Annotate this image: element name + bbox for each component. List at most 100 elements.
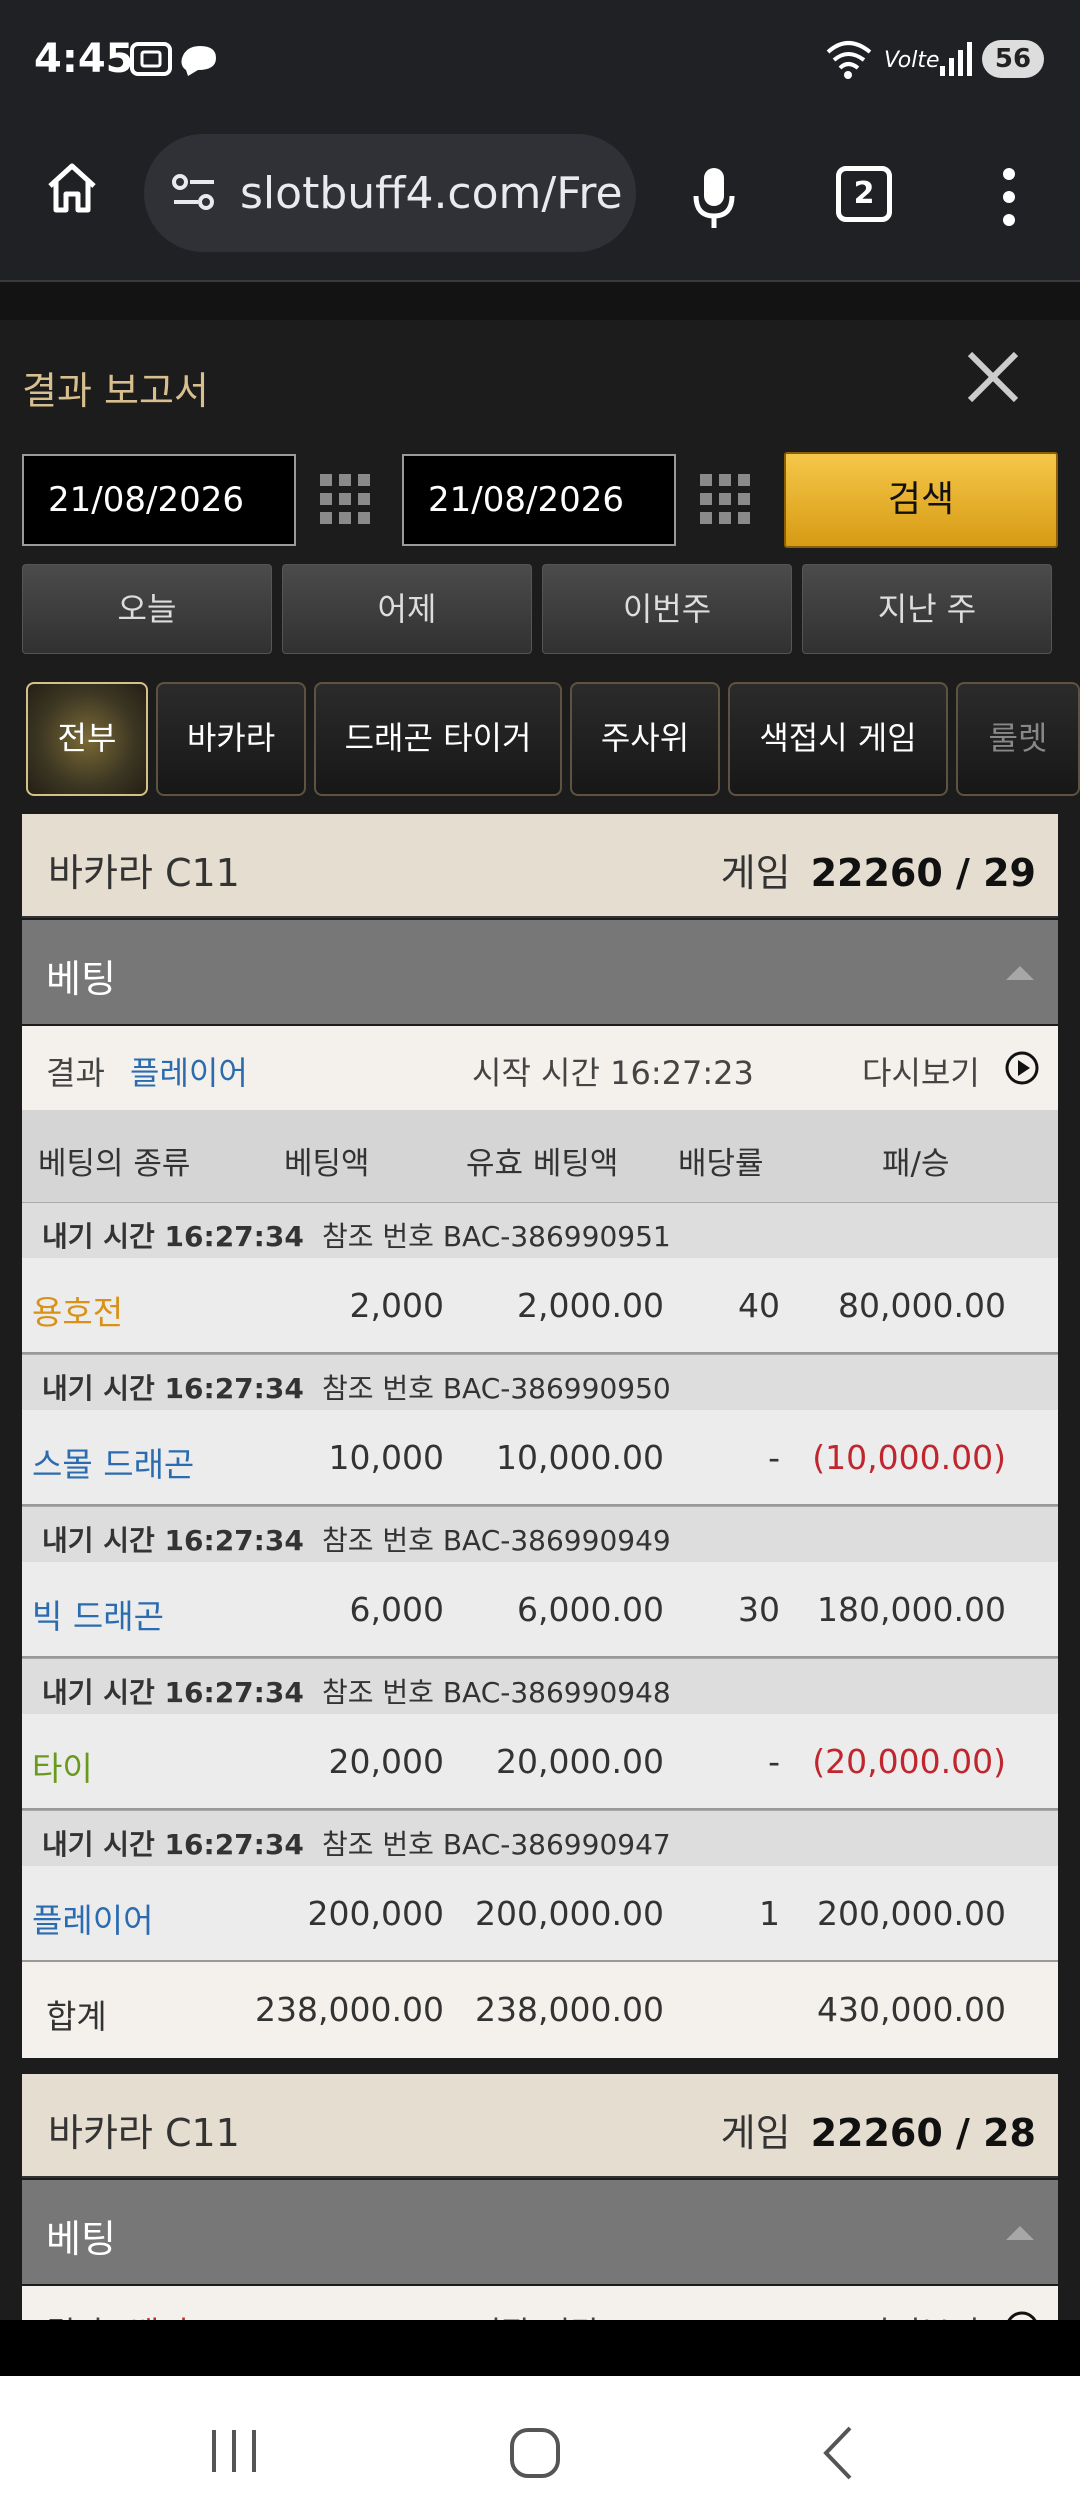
start-time: 시작 시간 16:26:47 xyxy=(472,2308,754,2320)
volte-label: Volte xyxy=(884,48,940,73)
nav-separator xyxy=(0,2320,1080,2376)
bet-type: 플레이어 xyxy=(32,1901,154,1940)
col-valid-amount: 유효 베팅액 xyxy=(466,1146,619,1182)
filter-last-week-button[interactable]: 지난 주 xyxy=(802,564,1052,654)
bet-ref: 참조 번호 BAC-386990951 xyxy=(322,1220,671,1253)
bet-result: 200,000.00 xyxy=(817,1894,1006,1933)
bet-amount: 6,000 xyxy=(349,1590,444,1629)
game-header: 바카라 C11 게임 22260 / 29 xyxy=(22,814,1058,918)
tab-baccarat[interactable]: 바카라 xyxy=(156,682,306,796)
more-menu-icon[interactable] xyxy=(994,164,1024,230)
result-label: 결과 xyxy=(46,2308,105,2320)
result-value: 플레이어 xyxy=(130,1054,248,1092)
result-row: 결과 플레이어 시작 시간 16:27:23 다시보기 xyxy=(22,1026,1058,1110)
bet-type: 빅 드래곤 xyxy=(32,1597,164,1636)
betting-label: 베팅 xyxy=(46,957,116,1001)
total-result: 430,000.00 xyxy=(817,1990,1006,2029)
betting-section-toggle[interactable]: 베팅 xyxy=(22,920,1058,1024)
play-icon[interactable] xyxy=(1004,2310,1040,2320)
status-bar: 4:45 Volte 56 xyxy=(0,0,1080,120)
bet-ref: 참조 번호 BAC-386990949 xyxy=(322,1524,671,1557)
game-name: 바카라 C11 xyxy=(48,851,240,895)
bet-result: (20,000.00) xyxy=(812,1742,1006,1781)
bet-row: 스몰 드래곤 10,000 10,000.00 - (10,000.00) xyxy=(22,1410,1058,1506)
battery-indicator: 56 xyxy=(982,40,1044,78)
result-report-panel: 결과 보고서 21/08/2026 21/08/2026 검색 오늘 어제 이번… xyxy=(0,320,1080,2320)
game-number-value: 22260 / 28 xyxy=(810,2111,1036,2155)
bet-row: 빅 드래곤 6,000 6,000.00 30 180,000.00 xyxy=(22,1562,1058,1658)
bet-time: 내기 시간 16:27:34 xyxy=(42,1676,304,1709)
bet-time: 내기 시간 16:27:34 xyxy=(42,1372,304,1405)
bet-row: 타이 20,000 20,000.00 - (20,000.00) xyxy=(22,1714,1058,1810)
bet-meta-row: 내기 시간 16:27:34 참조 번호 BAC-386990949 xyxy=(22,1506,1058,1562)
bet-meta-row: 내기 시간 16:27:34 참조 번호 BAC-386990947 xyxy=(22,1810,1058,1866)
bet-meta-row: 내기 시간 16:27:34 참조 번호 BAC-386990951 xyxy=(22,1202,1058,1258)
filter-yesterday-button[interactable]: 어제 xyxy=(282,564,532,654)
collapse-arrow-icon[interactable] xyxy=(1006,2226,1034,2240)
play-icon[interactable] xyxy=(1004,1050,1040,1086)
game-name: 바카라 C11 xyxy=(48,2111,240,2155)
bet-odds: 1 xyxy=(759,1894,780,1933)
close-icon[interactable] xyxy=(966,350,1020,404)
bet-row: 플레이어 200,000 200,000.00 1 200,000.00 xyxy=(22,1866,1058,1962)
bet-odds: - xyxy=(768,1742,780,1781)
filter-this-week-button[interactable]: 이번주 xyxy=(542,564,792,654)
bet-result: 80,000.00 xyxy=(838,1286,1006,1325)
bet-type: 용호전 xyxy=(32,1293,124,1332)
bet-result: 180,000.00 xyxy=(817,1590,1006,1629)
table-header: 베팅의 종류 베팅액 유효 베팅액 배당률 패/승 xyxy=(22,1110,1058,1202)
collapse-arrow-icon[interactable] xyxy=(1006,966,1034,980)
page-top-strip xyxy=(0,280,1080,320)
bet-time: 내기 시간 16:27:34 xyxy=(42,1220,304,1253)
result-value: 뱅커 xyxy=(130,2308,189,2320)
bet-type: 타이 xyxy=(32,1749,93,1788)
bet-odds: 40 xyxy=(738,1286,780,1325)
bet-meta-row: 내기 시간 16:27:34 참조 번호 BAC-386990948 xyxy=(22,1658,1058,1714)
tab-switcher-button[interactable]: 2 xyxy=(836,166,892,222)
back-icon[interactable] xyxy=(818,2424,858,2482)
bet-meta-row: 내기 시간 16:27:34 참조 번호 BAC-386990950 xyxy=(22,1354,1058,1410)
bet-odds: - xyxy=(768,1438,780,1477)
home-icon[interactable] xyxy=(44,160,100,216)
filter-today-button[interactable]: 오늘 xyxy=(22,564,272,654)
microphone-icon[interactable] xyxy=(690,166,738,232)
bet-ref: 참조 번호 BAC-386990948 xyxy=(322,1676,671,1709)
total-row: 합계 238,000.00 238,000.00 430,000.00 xyxy=(22,1962,1058,2058)
game-header: 바카라 C11 게임 22260 / 28 xyxy=(22,2074,1058,2178)
replay-link[interactable]: 다시보기 xyxy=(862,2308,980,2320)
signal-icon xyxy=(940,42,972,76)
date-to-input[interactable]: 21/08/2026 xyxy=(402,454,676,546)
bet-valid: 6,000.00 xyxy=(517,1590,664,1629)
date-from-input[interactable]: 21/08/2026 xyxy=(22,454,296,546)
game-label: 게임 xyxy=(720,851,791,895)
site-settings-icon[interactable] xyxy=(170,170,218,214)
tab-all[interactable]: 전부 xyxy=(26,682,148,796)
wifi-icon xyxy=(826,41,872,79)
calendar-grid-icon[interactable] xyxy=(698,472,752,526)
betting-label: 베팅 xyxy=(46,2217,116,2261)
recent-apps-icon[interactable] xyxy=(206,2426,262,2476)
calendar-grid-icon[interactable] xyxy=(318,472,372,526)
tab-dice[interactable]: 주사위 xyxy=(570,682,720,796)
tab-color-plate[interactable]: 색접시 게임 xyxy=(728,682,948,796)
col-odds: 배당률 xyxy=(678,1146,764,1182)
search-button[interactable]: 검색 xyxy=(784,452,1058,548)
betting-section-toggle[interactable]: 베팅 xyxy=(22,2180,1058,2284)
bet-valid: 2,000.00 xyxy=(517,1286,664,1325)
col-bet-amount: 베팅액 xyxy=(284,1146,370,1182)
home-nav-icon[interactable] xyxy=(508,2426,562,2480)
system-navigation-bar xyxy=(0,2376,1080,2520)
start-time: 시작 시간 16:27:23 xyxy=(472,1054,754,1092)
url-field[interactable]: slotbuff4.com/Fre xyxy=(144,134,636,252)
game-number-value: 22260 / 29 xyxy=(810,851,1036,895)
tab-dragon-tiger[interactable]: 드래곤 타이거 xyxy=(314,682,562,796)
replay-link[interactable]: 다시보기 xyxy=(862,1048,980,1094)
bet-ref: 참조 번호 BAC-386990947 xyxy=(322,1828,671,1861)
report-title: 결과 보고서 xyxy=(22,369,209,413)
status-time: 4:45 xyxy=(34,36,134,82)
browser-toolbar: slotbuff4.com/Fre 2 xyxy=(0,120,1080,280)
result-label: 결과 xyxy=(46,1054,105,1092)
bet-amount: 200,000 xyxy=(307,1894,444,1933)
tab-roulette[interactable]: 룰렛 xyxy=(956,682,1080,796)
url-text: slotbuff4.com/Fre xyxy=(240,168,623,219)
